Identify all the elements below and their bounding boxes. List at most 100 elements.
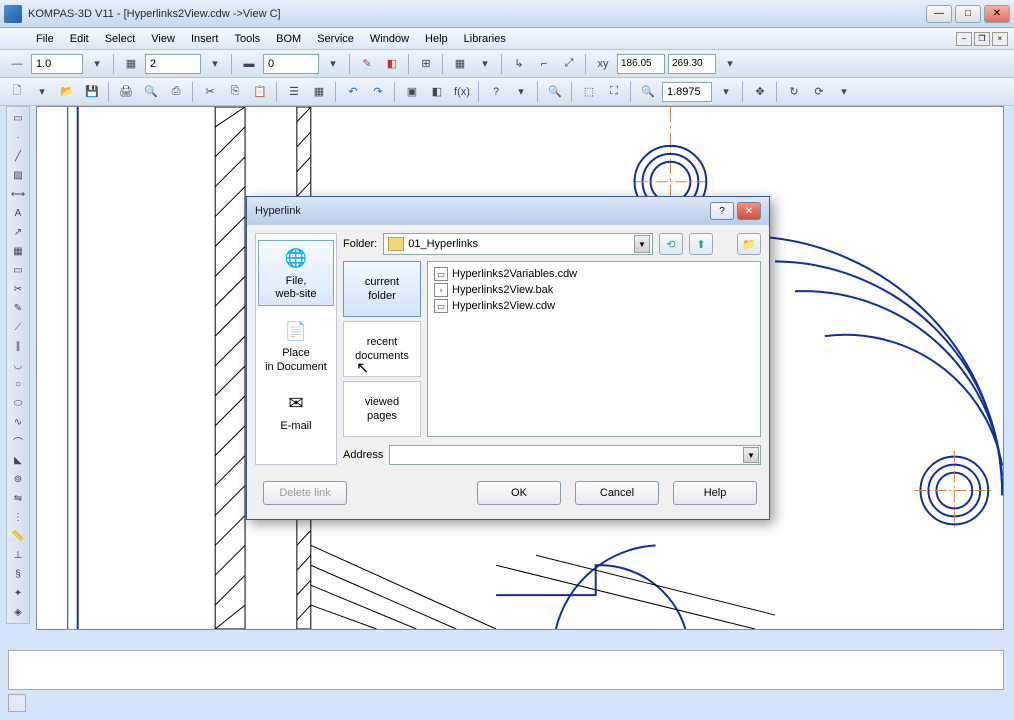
pan-icon[interactable]: ✥ xyxy=(749,81,771,103)
up-folder-button[interactable]: ⬆ xyxy=(689,233,713,255)
dropdown-icon[interactable]: ▾ xyxy=(719,53,741,75)
print-icon[interactable]: 🖨 xyxy=(115,81,137,103)
save-icon[interactable]: 💾 xyxy=(81,81,103,103)
menu-tools[interactable]: Tools xyxy=(226,31,268,47)
folder-combo[interactable]: 01_Hyperlinks ▼ xyxy=(383,233,653,255)
brush-icon[interactable]: ✎ xyxy=(356,53,378,75)
leader-icon[interactable]: ↗ xyxy=(8,223,28,241)
undo-icon[interactable]: ↶ xyxy=(342,81,364,103)
ortho-icon[interactable]: ↳ xyxy=(508,53,530,75)
manager-icon[interactable]: ▣ xyxy=(401,81,423,103)
minimize-button[interactable]: — xyxy=(926,5,952,23)
copy-icon[interactable]: ⎘ xyxy=(224,81,246,103)
file-item[interactable]: ▭ Hyperlinks2Variables.cdw xyxy=(432,266,756,282)
file-item[interactable]: ▫ Hyperlinks2View.bak xyxy=(432,282,756,298)
menu-window[interactable]: Window xyxy=(362,31,417,47)
maximize-button[interactable]: □ xyxy=(955,5,981,23)
dropdown-icon[interactable]: ▾ xyxy=(474,53,496,75)
table-icon[interactable]: ▦ xyxy=(8,242,28,260)
delete-link-button[interactable]: Delete link xyxy=(263,481,347,505)
grid-icon[interactable]: ▦ xyxy=(449,53,471,75)
snap-tan-icon[interactable]: ⤢ xyxy=(558,53,580,75)
line-width-input[interactable] xyxy=(31,54,83,74)
chamfer-icon[interactable]: ◣ xyxy=(8,451,28,469)
menu-libraries[interactable]: Libraries xyxy=(456,31,514,47)
back-button[interactable]: ⟲ xyxy=(659,233,683,255)
tool-a-icon[interactable]: ✦ xyxy=(8,584,28,602)
hatch-icon[interactable]: ▨ xyxy=(8,166,28,184)
table-icon[interactable]: ▦ xyxy=(308,81,330,103)
dialog-titlebar[interactable]: Hyperlink ? ✕ xyxy=(247,197,769,225)
snap-icon[interactable]: ⊞ xyxy=(415,53,437,75)
panel-tab[interactable] xyxy=(8,694,26,712)
line-style-icon[interactable]: — xyxy=(6,53,28,75)
library-icon[interactable]: ◧ xyxy=(426,81,448,103)
zoom-in-icon[interactable]: 🔍 xyxy=(544,81,566,103)
dropdown-icon[interactable]: ▾ xyxy=(204,53,226,75)
redo-icon[interactable]: ↷ xyxy=(367,81,389,103)
tab-recent-documents[interactable]: recent documents xyxy=(343,321,421,377)
preview-icon[interactable]: 🔍 xyxy=(140,81,162,103)
zoom-fit-icon[interactable]: ⛶ xyxy=(603,81,625,103)
tool-b-icon[interactable]: ◈ xyxy=(8,603,28,621)
mdi-minimize[interactable]: – xyxy=(956,32,972,46)
xy-icon[interactable]: xy xyxy=(592,53,614,75)
zoom-window-icon[interactable]: ⬚ xyxy=(578,81,600,103)
mdi-restore[interactable]: ❐ xyxy=(974,32,990,46)
array-icon[interactable]: ⋮ xyxy=(8,508,28,526)
properties-icon[interactable]: ☰ xyxy=(283,81,305,103)
point-icon[interactable]: · xyxy=(8,128,28,146)
open-icon[interactable]: 📂 xyxy=(56,81,78,103)
measure-icon[interactable]: 📏 xyxy=(8,527,28,545)
cancel-button[interactable]: Cancel xyxy=(575,481,659,505)
parallel-icon[interactable]: ∥ xyxy=(8,337,28,355)
chevron-down-icon[interactable]: ▼ xyxy=(634,235,650,253)
refresh-icon[interactable]: ↻ xyxy=(783,81,805,103)
ok-button[interactable]: OK xyxy=(477,481,561,505)
rebuild-icon[interactable]: ⟳ xyxy=(808,81,830,103)
dim-icon[interactable]: ⟷ xyxy=(8,185,28,203)
file-item[interactable]: ▭ Hyperlinks2View.cdw xyxy=(432,298,756,314)
arc-icon[interactable]: ◡ xyxy=(8,356,28,374)
fx-icon[interactable]: f(x) xyxy=(451,81,473,103)
new-icon[interactable]: 🗋 xyxy=(6,81,28,103)
dialog-help-button[interactable]: ? xyxy=(710,202,734,220)
constraint-icon[interactable]: ⊥ xyxy=(8,546,28,564)
edit-icon[interactable]: ✎ xyxy=(8,299,28,317)
mdi-close[interactable]: × xyxy=(992,32,1008,46)
line-icon[interactable]: ╱ xyxy=(8,147,28,165)
plot-icon[interactable]: ⎙ xyxy=(165,81,187,103)
dropdown-icon[interactable]: ▾ xyxy=(322,53,344,75)
fillet-icon[interactable]: ⌒ xyxy=(8,432,28,450)
mirror-icon[interactable]: ⇋ xyxy=(8,489,28,507)
tab-current-folder[interactable]: current folder xyxy=(343,261,421,317)
link-type-email[interactable]: ✉ E-mail xyxy=(258,385,334,438)
aux-line-icon[interactable]: ⟋ xyxy=(8,318,28,336)
close-button[interactable]: ✕ xyxy=(984,5,1010,23)
menu-file[interactable]: File xyxy=(28,31,62,47)
menu-bom[interactable]: BOM xyxy=(268,31,309,47)
address-combo[interactable]: ▼ xyxy=(389,445,761,465)
link-type-file-web[interactable]: 🌐 File, web-site xyxy=(258,240,334,306)
spline-icon[interactable]: ∿ xyxy=(8,413,28,431)
color-icon[interactable]: ▬ xyxy=(238,53,260,75)
rect-icon[interactable]: ▭ xyxy=(8,261,28,279)
select-icon[interactable]: ▭ xyxy=(8,109,28,127)
dropdown-icon[interactable]: ▾ xyxy=(86,53,108,75)
layer-icon[interactable]: ▦ xyxy=(120,53,142,75)
help-icon[interactable]: ? xyxy=(485,81,507,103)
dropdown-icon[interactable]: ▾ xyxy=(833,81,855,103)
text-icon[interactable]: A xyxy=(8,204,28,222)
ellipse-icon[interactable]: ⬭ xyxy=(8,394,28,412)
dropdown-icon[interactable]: ▾ xyxy=(31,81,53,103)
symbol-icon[interactable]: § xyxy=(8,565,28,583)
menu-insert[interactable]: Insert xyxy=(183,31,227,47)
dropdown-icon[interactable]: ▾ xyxy=(715,81,737,103)
zoom-scale-icon[interactable]: 🔍 xyxy=(637,81,659,103)
dropdown-icon[interactable]: ▾ xyxy=(510,81,532,103)
snap-perp-icon[interactable]: ⌐ xyxy=(533,53,555,75)
eraser-icon[interactable]: ◧ xyxy=(381,53,403,75)
new-folder-button[interactable]: 📁 xyxy=(737,233,761,255)
trim-icon[interactable]: ✂ xyxy=(8,280,28,298)
menu-view[interactable]: View xyxy=(143,31,183,47)
